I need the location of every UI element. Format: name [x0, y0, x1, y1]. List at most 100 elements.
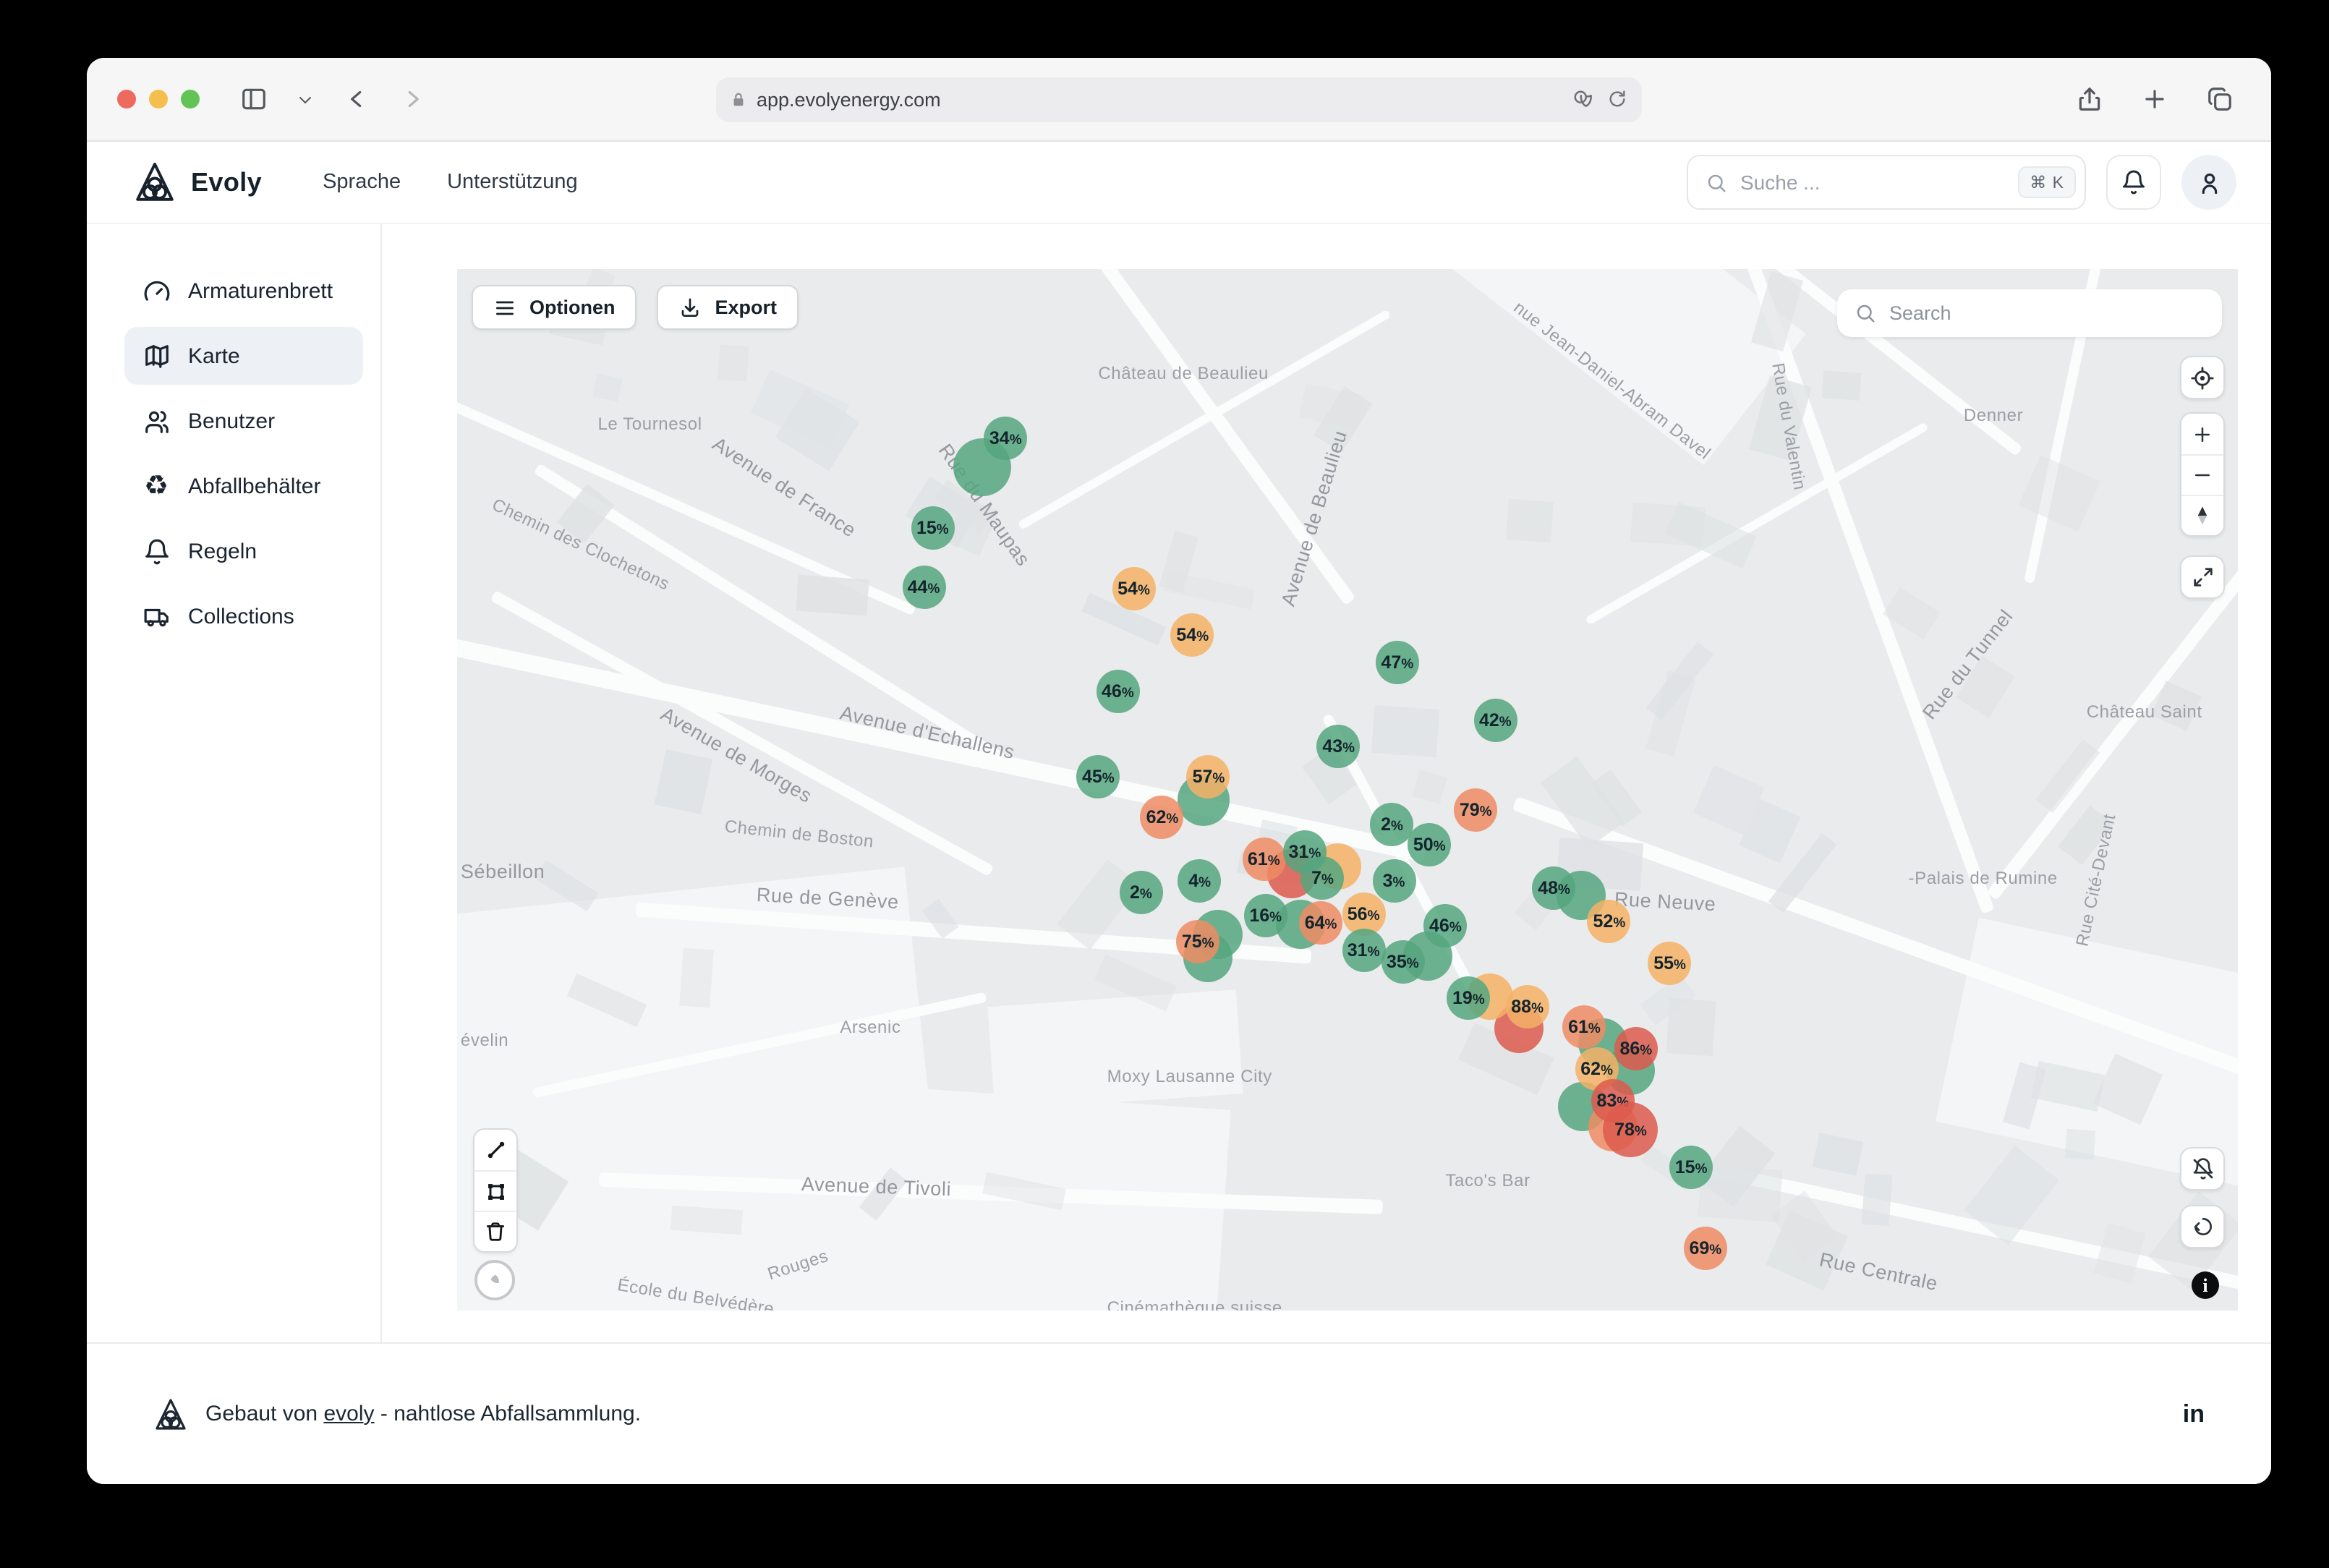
measure-tool-button[interactable]	[474, 1130, 516, 1170]
fill-level-value: 34%	[989, 428, 1022, 449]
fill-level-marker[interactable]: 3%	[1372, 859, 1415, 903]
fill-level-marker[interactable]: 45%	[1076, 754, 1120, 798]
fill-level-marker[interactable]: 61%	[1242, 838, 1286, 882]
fill-level-marker[interactable]: 16%	[1243, 894, 1287, 938]
fill-level-marker[interactable]: 88%	[1505, 984, 1549, 1028]
fill-level-marker[interactable]: 75%	[1176, 920, 1220, 964]
new-tab-icon[interactable]	[2138, 82, 2171, 116]
fill-level-value: 47%	[1381, 652, 1414, 673]
compass-button[interactable]	[2181, 495, 2223, 535]
fill-level-marker[interactable]: 61%	[1562, 1005, 1606, 1049]
fill-level-marker[interactable]: 42%	[1473, 699, 1517, 743]
maximize-window-button[interactable]	[181, 90, 200, 108]
fill-level-marker[interactable]: 52%	[1587, 900, 1631, 944]
sidebar-item-karte[interactable]: Karte	[124, 327, 363, 385]
fullscreen-button[interactable]	[2181, 557, 2223, 597]
fill-level-marker[interactable]: 15%	[911, 506, 955, 550]
fill-level-marker[interactable]: 57%	[1186, 755, 1230, 799]
tab-overview-icon[interactable]	[2203, 82, 2236, 116]
fill-level-marker[interactable]: 2%	[1119, 871, 1163, 915]
fill-level-marker[interactable]: 4%	[1178, 859, 1222, 903]
global-search-input[interactable]: Suche ... ⌘ K	[1687, 155, 2086, 210]
fill-level-marker[interactable]: 55%	[1648, 942, 1692, 986]
user-avatar[interactable]	[2181, 155, 2236, 210]
fill-level-value: 44%	[907, 577, 940, 598]
expand-icon	[2193, 568, 2212, 587]
fill-level-marker[interactable]: 54%	[1170, 613, 1214, 657]
linkedin-icon[interactable]: in	[2183, 1399, 2205, 1428]
browser-toolbar-right	[2073, 82, 2236, 116]
forward-button[interactable]	[396, 82, 430, 116]
sidebar-item-armaturenbrett[interactable]: Armaturenbrett	[124, 262, 363, 320]
share-icon[interactable]	[2073, 82, 2106, 116]
zoom-out-button[interactable]	[2181, 454, 2223, 495]
refresh-map-button[interactable]	[2181, 1206, 2223, 1247]
fill-level-marker[interactable]: 7%	[1300, 856, 1345, 900]
notifications-button[interactable]	[2106, 155, 2161, 210]
sidebar-item-label: Karte	[188, 344, 240, 368]
fill-level-marker[interactable]: 34%	[984, 417, 1028, 461]
fill-level-marker[interactable]: 78%	[1603, 1102, 1659, 1157]
url-text: app.evolyenergy.com	[757, 88, 941, 110]
sidebar-item-collections[interactable]: Collections	[124, 587, 363, 645]
fill-level-marker[interactable]: 44%	[902, 566, 946, 610]
reload-icon[interactable]	[1607, 89, 1627, 109]
search-icon	[1855, 302, 1876, 324]
fill-level-marker[interactable]: 15%	[1669, 1146, 1713, 1190]
privacy-shield-icon[interactable]	[1572, 88, 1594, 110]
street-label: Taco's Bar	[1445, 1169, 1530, 1190]
back-button[interactable]	[340, 82, 373, 116]
url-bar[interactable]: app.evolyenergy.com	[716, 77, 1642, 122]
fill-level-marker[interactable]: 54%	[1112, 567, 1156, 611]
options-button[interactable]: Optionen	[472, 285, 637, 330]
fill-level-marker[interactable]: 50%	[1408, 823, 1452, 867]
map-search-input[interactable]: Search	[1837, 289, 2222, 337]
app-header: Evoly Sprache Unterstützung Suche ... ⌘ K	[87, 142, 2271, 223]
fill-level-value: 61%	[1568, 1017, 1601, 1038]
fill-level-marker[interactable]: 64%	[1299, 901, 1343, 945]
fill-level-value: 55%	[1653, 953, 1686, 974]
fill-level-marker[interactable]: 79%	[1454, 788, 1498, 832]
map-attribution-logo[interactable]	[474, 1260, 515, 1300]
map-canvas[interactable]: Optionen Export Search i Château de Beau…	[457, 269, 2238, 1311]
brand[interactable]: Evoly	[133, 161, 262, 204]
fill-level-value: 16%	[1249, 906, 1282, 926]
nav-link-sprache[interactable]: Sprache	[323, 171, 401, 194]
fill-level-marker[interactable]: 48%	[1532, 866, 1576, 911]
sidebar-item-benutzer[interactable]: Benutzer	[124, 392, 363, 450]
sidebar-toggle-icon[interactable]	[237, 82, 271, 116]
fill-level-marker[interactable]: 31%	[1342, 928, 1386, 972]
fill-level-marker[interactable]: 46%	[1423, 904, 1468, 948]
fill-level-marker[interactable]: 47%	[1375, 641, 1419, 685]
fill-level-marker[interactable]: 86%	[1614, 1026, 1658, 1070]
locate-icon	[2191, 366, 2214, 389]
fill-level-marker[interactable]: 46%	[1096, 669, 1140, 713]
close-window-button[interactable]	[117, 90, 136, 108]
sidebar-item-abfallbehälter[interactable]: ♻ Abfallbehälter	[124, 457, 363, 515]
toggle-alerts-button[interactable]	[2181, 1149, 2223, 1189]
street-label: Château Saint	[2086, 701, 2202, 722]
fill-level-marker[interactable]: 69%	[1683, 1226, 1727, 1270]
sidebar-item-regeln[interactable]: Regeln	[124, 522, 363, 580]
map-info-button[interactable]: i	[2192, 1271, 2219, 1299]
refresh-icon	[2194, 1218, 2211, 1235]
minimize-window-button[interactable]	[149, 90, 168, 108]
fill-level-marker[interactable]: 35%	[1381, 939, 1425, 984]
app-footer: Gebaut von evoly - nahtlose Abfallsammlu…	[87, 1342, 2271, 1484]
trash-icon	[486, 1222, 505, 1241]
zoom-in-button[interactable]	[2181, 414, 2223, 454]
fill-level-marker[interactable]: 2%	[1370, 803, 1414, 847]
fill-level-marker[interactable]: 62%	[1140, 796, 1184, 840]
chevron-down-icon[interactable]	[294, 88, 317, 111]
fill-level-marker[interactable]: 43%	[1316, 725, 1361, 769]
evoly-link[interactable]: evoly	[323, 1402, 374, 1426]
fill-level-value: 86%	[1619, 1038, 1653, 1059]
nav-link-unterstützung[interactable]: Unterstützung	[447, 171, 578, 194]
fill-level-value: 31%	[1347, 939, 1380, 960]
fill-level-value: 4%	[1188, 871, 1212, 892]
locate-button[interactable]	[2181, 357, 2223, 398]
delete-tool-button[interactable]	[474, 1211, 516, 1251]
export-button[interactable]: Export	[657, 285, 799, 330]
draw-polygon-tool-button[interactable]	[474, 1170, 516, 1211]
fill-level-marker[interactable]: 19%	[1447, 976, 1491, 1020]
